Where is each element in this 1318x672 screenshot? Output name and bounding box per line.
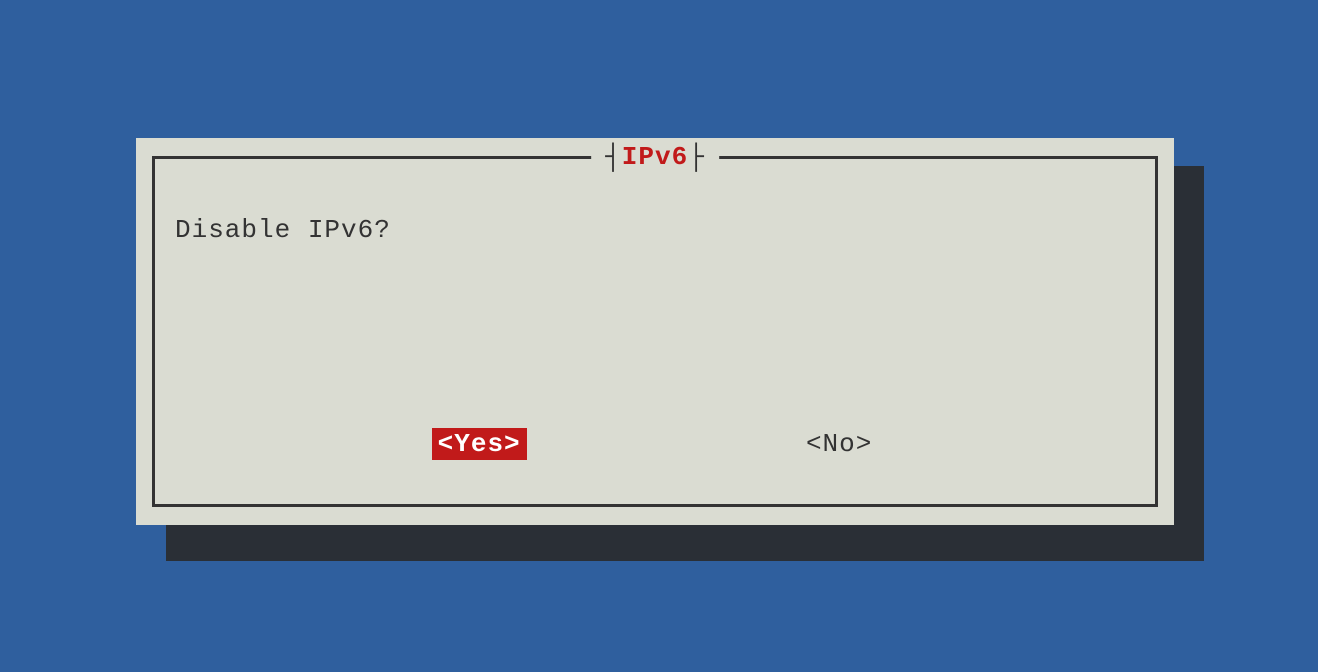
dialog-content: Disable IPv6? <Yes> <No> (155, 159, 1155, 504)
dialog-border: ┤ IPv6 ├ Disable IPv6? <Yes> <No> (152, 156, 1158, 507)
no-button[interactable]: <No> (800, 428, 878, 460)
dialog-box: ┤ IPv6 ├ Disable IPv6? <Yes> <No> (136, 138, 1174, 525)
button-row: <Yes> <No> (155, 428, 1155, 460)
prompt-text: Disable IPv6? (175, 215, 1135, 245)
yes-button[interactable]: <Yes> (432, 428, 527, 460)
